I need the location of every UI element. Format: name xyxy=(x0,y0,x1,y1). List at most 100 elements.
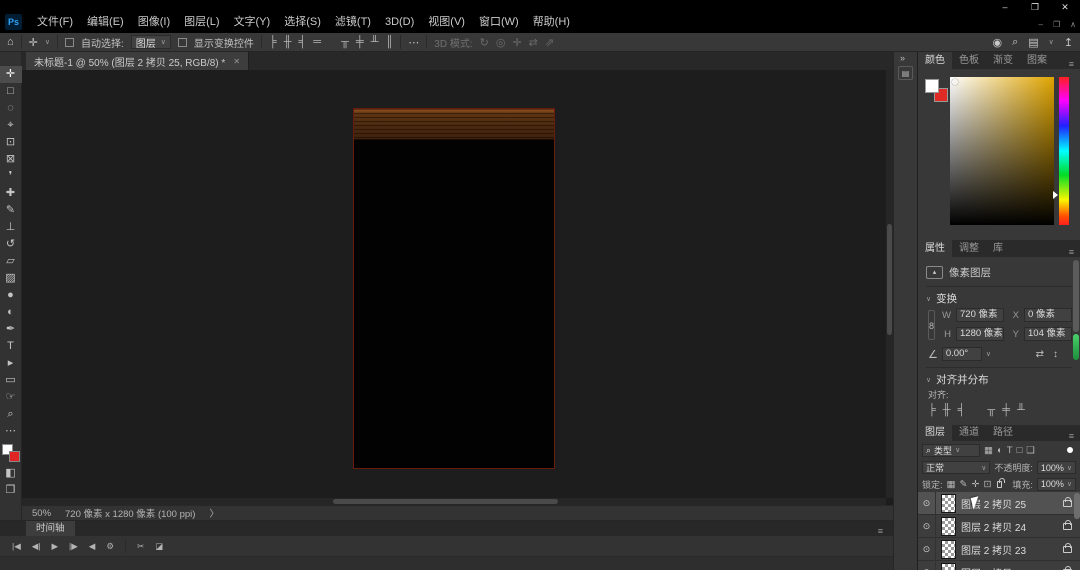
color-swatches[interactable] xyxy=(1,443,21,465)
share-icon[interactable]: ↥ xyxy=(1064,36,1073,49)
hue-slider[interactable] xyxy=(1059,77,1069,225)
layer-thumbnail[interactable] xyxy=(941,563,956,570)
app-minimize-icon[interactable]: – xyxy=(1039,20,1043,29)
foreground-color-swatch[interactable] xyxy=(925,79,939,93)
align-middle-button[interactable]: ╪ xyxy=(1002,404,1010,416)
height-field[interactable]: 1280 像素 xyxy=(956,327,1004,341)
minimize-button[interactable]: – xyxy=(990,0,1020,15)
panel-menu-icon[interactable]: ≡ xyxy=(1069,59,1074,69)
auto-select-checkbox[interactable] xyxy=(65,38,74,47)
transition-button[interactable]: ◪ xyxy=(155,541,163,552)
align-middle-button[interactable]: ╪ xyxy=(356,36,364,48)
align-left-button[interactable]: ╞ xyxy=(928,404,936,416)
blend-mode-dropdown[interactable]: 正常 ∨ xyxy=(922,461,990,474)
angle-field[interactable]: 0.00° xyxy=(942,347,982,361)
account-icon[interactable]: ◉ xyxy=(992,36,1002,49)
type-tool[interactable]: T xyxy=(0,338,22,355)
filter-smart-objects-icon[interactable]: ❑ xyxy=(1026,445,1035,456)
first-frame-button[interactable]: |◀ xyxy=(12,541,21,552)
align-top-button[interactable]: ╥ xyxy=(341,36,349,48)
tab-properties[interactable]: 属性 xyxy=(918,240,952,257)
layers-scrollbar[interactable] xyxy=(1074,493,1080,519)
menu-edit[interactable]: 编辑(E) xyxy=(80,13,131,31)
move-tool-icon[interactable]: ✛ xyxy=(29,36,38,49)
tab-channels[interactable]: 通道 xyxy=(952,424,986,441)
chevron-down-icon[interactable]: ∨ xyxy=(1049,38,1054,46)
shape-tool[interactable]: ▭ xyxy=(0,372,22,389)
clone-stamp-tool[interactable]: ⊥ xyxy=(0,219,22,236)
lock-artboard-icon[interactable]: ⊡ xyxy=(983,479,991,490)
tab-layers[interactable]: 图层 xyxy=(918,424,952,441)
quick-mask-toggle[interactable]: ◧ xyxy=(0,465,22,482)
tab-patterns[interactable]: 图案 xyxy=(1020,52,1054,69)
opacity-dropdown[interactable]: 100% ∨ xyxy=(1037,461,1076,474)
healing-brush-tool[interactable]: ✚ xyxy=(0,185,22,202)
tab-swatches[interactable]: 色板 xyxy=(952,52,986,69)
more-options-icon[interactable]: ⋯ xyxy=(408,36,419,49)
document-canvas[interactable] xyxy=(353,108,555,469)
menu-help[interactable]: 帮助(H) xyxy=(526,13,577,31)
color-field-marker[interactable] xyxy=(952,79,958,85)
hand-tool[interactable]: ☞ xyxy=(0,389,22,406)
layer-thumbnail[interactable] xyxy=(941,494,956,513)
filter-toggle-icon[interactable] xyxy=(1067,447,1073,453)
menu-file[interactable]: 文件(F) xyxy=(30,13,80,31)
menu-filter[interactable]: 滤镜(T) xyxy=(328,13,378,31)
link-dimensions-icon[interactable]: 8 xyxy=(928,310,935,340)
next-frame-button[interactable]: |▶ xyxy=(69,541,78,552)
marquee-tool[interactable]: □ xyxy=(0,83,22,100)
canvas-vertical-scrollbar[interactable] xyxy=(886,70,893,498)
color-field[interactable] xyxy=(950,77,1054,225)
x-field[interactable]: 0 像素 xyxy=(1024,308,1072,322)
blur-tool[interactable]: ● xyxy=(0,287,22,304)
menu-view[interactable]: 视图(V) xyxy=(421,13,472,31)
tab-timeline[interactable]: 时间轴 xyxy=(26,521,75,536)
menu-type[interactable]: 文字(Y) xyxy=(227,13,278,31)
screen-mode-toggle[interactable]: ❐ xyxy=(0,482,22,499)
close-button[interactable]: ✕ xyxy=(1050,0,1080,15)
auto-select-dropdown[interactable]: 图层 ∨ xyxy=(131,35,171,49)
visibility-eye-icon[interactable]: ⊙ xyxy=(918,538,936,561)
visibility-eye-icon[interactable]: ⊙ xyxy=(918,492,936,515)
chevron-down-icon[interactable]: ∨ xyxy=(986,350,991,358)
lock-pixels-icon[interactable]: ✎ xyxy=(960,479,968,490)
audio-toggle-button[interactable]: ◀ xyxy=(89,541,96,552)
tab-adjustments[interactable]: 调整 xyxy=(952,240,986,257)
menu-3d[interactable]: 3D(D) xyxy=(378,13,421,31)
document-tab[interactable]: 未标题-1 @ 50% (图层 2 拷贝 25, RGB/8) * ✕ xyxy=(26,52,249,70)
hue-slider-pointer[interactable] xyxy=(1053,191,1058,199)
zoom-level[interactable]: 50% xyxy=(32,508,51,519)
lasso-tool[interactable]: ◌ xyxy=(0,100,22,117)
timeline-track-area[interactable] xyxy=(0,557,893,570)
history-brush-tool[interactable]: ↺ xyxy=(0,236,22,253)
search-icon[interactable]: ⌕ xyxy=(1012,36,1018,49)
tab-gradients[interactable]: 渐变 xyxy=(986,52,1020,69)
align-center-h-button[interactable]: ╫ xyxy=(943,404,951,416)
pen-tool[interactable]: ✒ xyxy=(0,321,22,338)
layer-name[interactable]: 图层 2 拷贝 22 xyxy=(961,565,1026,570)
eraser-tool[interactable]: ▱ xyxy=(0,253,22,270)
lock-all-icon[interactable] xyxy=(997,481,1002,488)
menu-window[interactable]: 窗口(W) xyxy=(472,13,526,31)
timeline-settings-button[interactable]: ⚙ xyxy=(106,541,114,552)
align-bottom-button[interactable]: ╨ xyxy=(371,36,379,48)
layer-name[interactable]: 图层 2 拷贝 23 xyxy=(961,542,1026,557)
tab-libraries[interactable]: 库 xyxy=(986,240,1010,257)
distribute-v-button[interactable]: ║ xyxy=(385,36,393,48)
quick-selection-tool[interactable]: ⌖ xyxy=(0,117,22,134)
align-section-header[interactable]: ∨ 对齐并分布 xyxy=(926,371,1072,388)
show-transform-checkbox[interactable] xyxy=(178,38,187,47)
edit-toolbar-icon[interactable]: ⋯ xyxy=(0,423,22,440)
layer-row[interactable]: ⊙ 图层 2 拷贝 22 xyxy=(918,561,1080,570)
distribute-h-button[interactable]: ═ xyxy=(313,36,321,48)
lock-position-icon[interactable]: ✛ xyxy=(971,479,979,490)
split-clip-button[interactable]: ✂ xyxy=(137,541,144,552)
layer-name[interactable]: 图层 2 拷贝 24 xyxy=(961,519,1026,534)
panel-menu-icon[interactable]: ≡ xyxy=(1069,431,1074,441)
chevron-down-icon[interactable]: ∨ xyxy=(45,38,50,46)
flip-horizontal-icon[interactable]: ⇄ xyxy=(1036,349,1044,360)
previous-frame-button[interactable]: ◀| xyxy=(32,541,41,552)
layer-row[interactable]: ⊙ 图层 2 拷贝 25 xyxy=(918,492,1080,515)
restore-button[interactable]: ❐ xyxy=(1020,0,1050,15)
home-icon[interactable]: ⌂ xyxy=(7,36,14,48)
